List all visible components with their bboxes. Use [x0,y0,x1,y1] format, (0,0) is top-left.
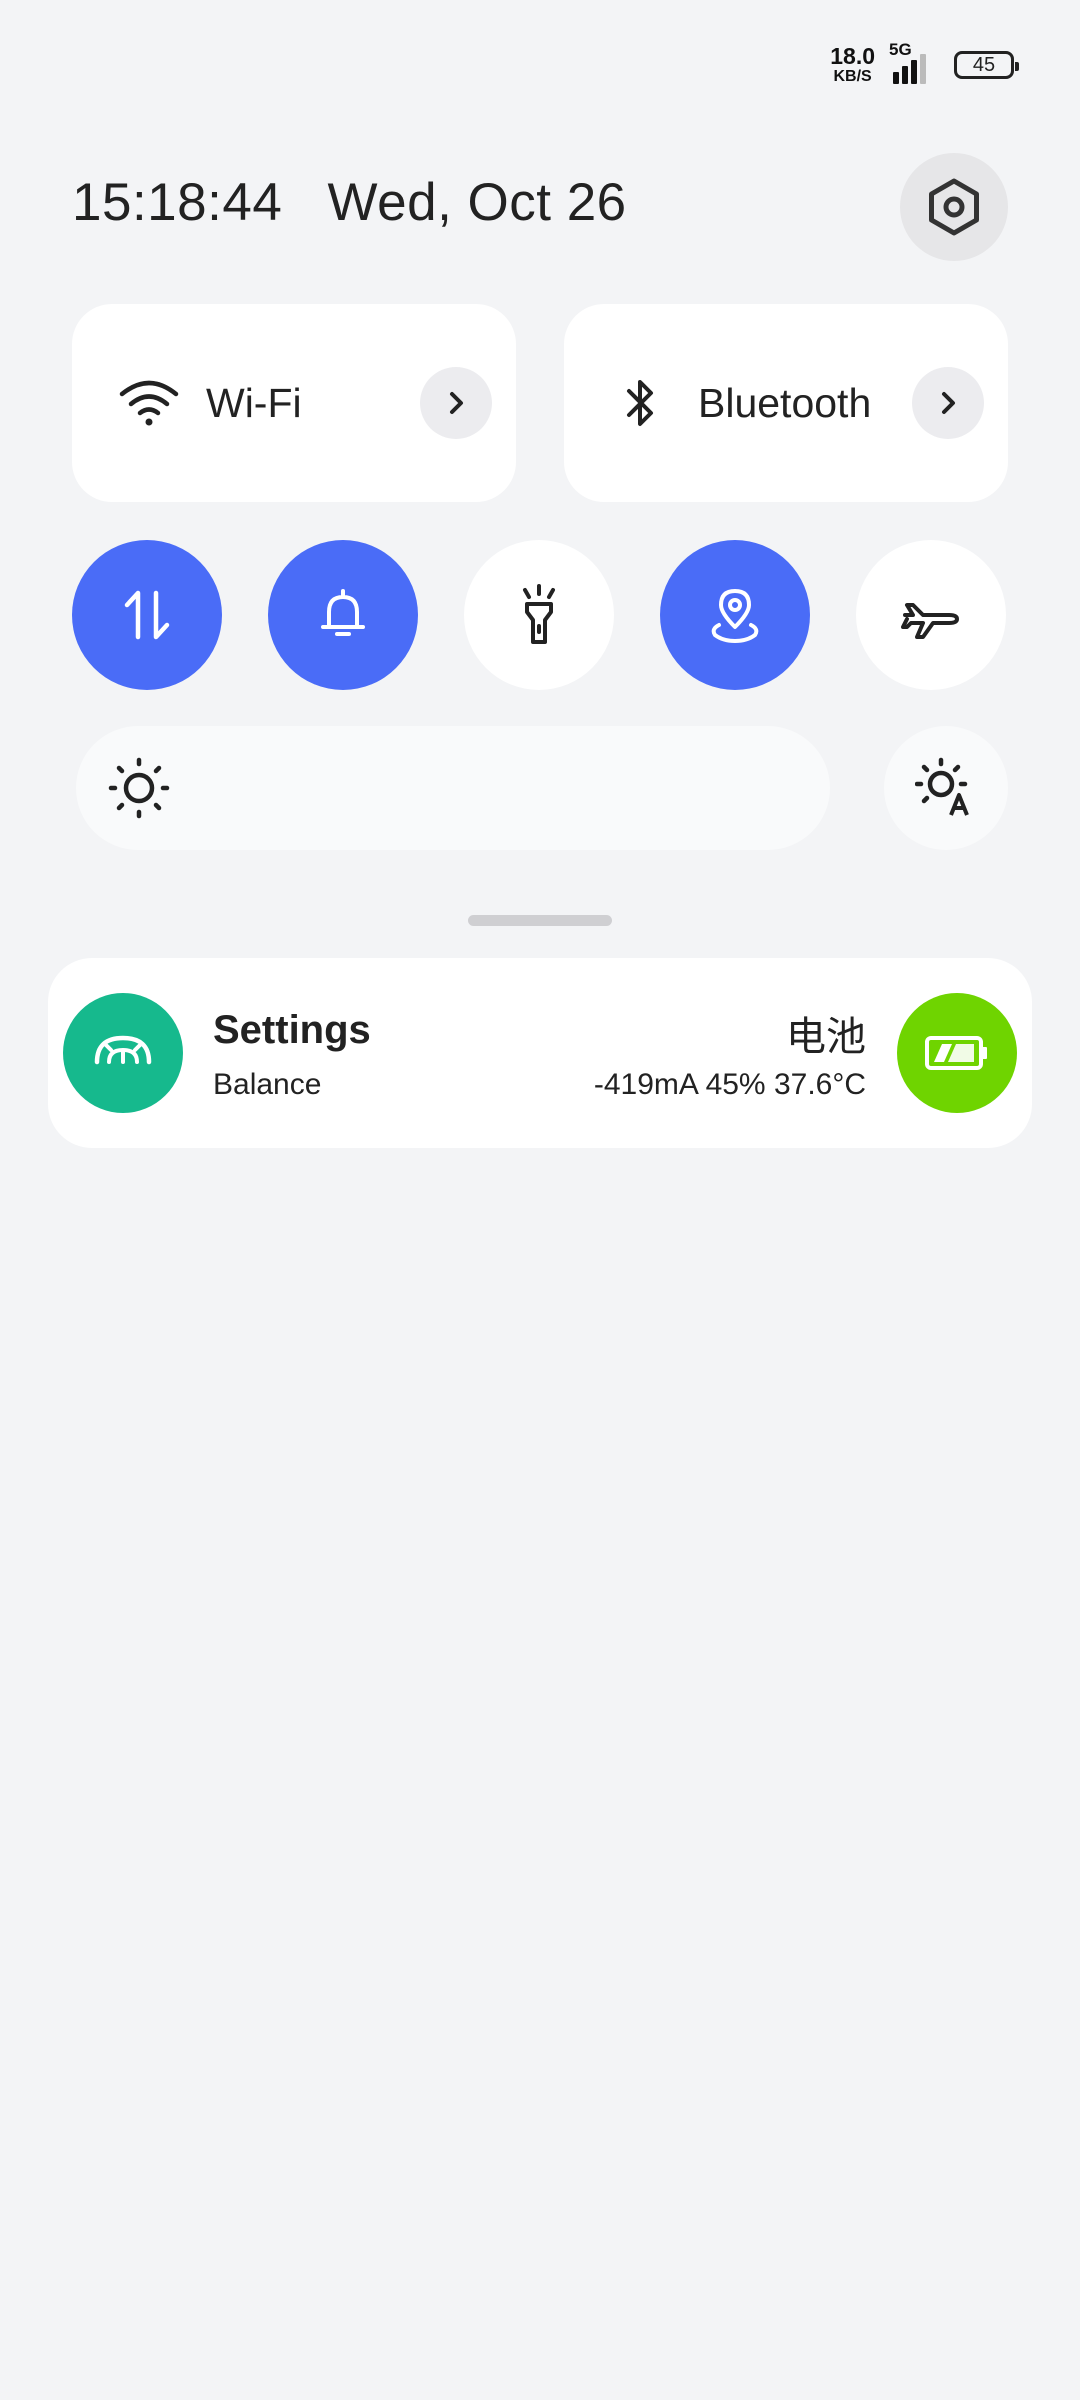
battery-app-icon [897,993,1017,1113]
gear-icon [929,178,979,236]
mobile-data-toggle[interactable] [72,540,222,690]
battery-stats: -419mA 45% 37.6°C [593,1068,866,1101]
bluetooth-label: Bluetooth [698,379,872,426]
clock-time: 15:18:44 [72,173,283,232]
chevron-right-icon [942,392,955,414]
wifi-label: Wi-Fi [206,379,302,426]
notification-title: Settings [213,1008,371,1052]
quick-toggles [72,540,1006,690]
bluetooth-icon [606,368,676,438]
battery-level: 45 [972,53,996,76]
clock-date: 15:18:44 Wed, Oct 26 [72,172,627,233]
battery-status-icon: 45 [954,51,1019,79]
notification-card[interactable]: Settings Balance 电池 -419mA 45% 37.6°C [48,958,1032,1148]
cellular-signal-icon: 5G [889,40,926,84]
settings-app-icon [63,993,183,1113]
network-type: 5G [889,40,912,59]
data-transfer-icon [124,590,170,640]
battery-charging-icon [925,1036,987,1070]
network-speed-value: 18.0 [830,43,875,69]
bluetooth-expand-button[interactable] [912,367,984,439]
bluetooth-tile[interactable]: Bluetooth [564,304,1008,502]
wifi-expand-button[interactable] [420,367,492,439]
clock-date-text: Wed, Oct 26 [327,173,627,232]
settings-button[interactable] [900,153,1008,261]
speedometer-icon [94,1035,152,1065]
panel-drag-handle[interactable] [468,915,612,926]
airplane-mode-toggle[interactable] [856,540,1006,690]
flashlight-toggle[interactable] [464,540,614,690]
auto-brightness-button[interactable] [884,726,1008,850]
quick-settings-panel: 18.0 KB/S 5G 45 15:18:44 Wed, Oct 26 Wi-… [0,0,1080,2400]
status-bar: 18.0 KB/S 5G 45 [830,40,1019,90]
location-toggle[interactable] [660,540,810,690]
sound-toggle[interactable] [268,540,418,690]
bell-icon [321,589,365,636]
brightness-slider[interactable] [76,726,830,850]
network-speed: 18.0 KB/S [830,45,875,85]
network-speed-unit: KB/S [833,68,872,85]
notification-subtitle: Balance [213,1068,322,1101]
chevron-right-icon [450,392,463,414]
location-pin-icon [711,589,759,644]
auto-brightness-icon [915,757,969,816]
airplane-icon [901,603,959,639]
flashlight-icon [523,584,555,644]
sun-icon [104,753,174,823]
wifi-tile[interactable]: Wi-Fi [72,304,516,502]
battery-label: 电池 [786,1014,866,1060]
wifi-icon [114,368,184,438]
